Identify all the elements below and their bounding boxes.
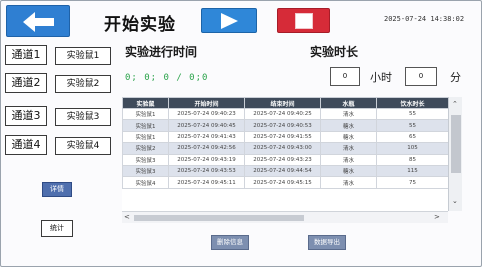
table-cell: 55 xyxy=(376,119,448,132)
vertical-scrollbar[interactable]: ⌃ ⌄ xyxy=(448,97,462,211)
table-cell: 2025-07-24 09:42:56 xyxy=(168,142,245,155)
minutes-unit: 分 xyxy=(450,71,461,84)
column-header: 水瓶 xyxy=(320,97,377,109)
table-cell: 2025-07-24 09:43:00 xyxy=(244,142,321,155)
rat-2-button[interactable]: 实验鼠2 xyxy=(55,75,111,93)
rat-4-button[interactable]: 实验鼠4 xyxy=(55,137,111,155)
chevron-up-icon[interactable]: ⌃ xyxy=(452,100,458,108)
detail-button[interactable]: 详情 xyxy=(42,182,72,197)
minutes-input[interactable]: 0 xyxy=(405,67,437,86)
table-header-row: 实验鼠 开始时间 结束时间 水瓶 饮水时长 xyxy=(122,97,448,109)
column-header: 饮水时长 xyxy=(376,97,448,109)
table-cell: 实验鼠1 xyxy=(122,119,169,132)
table-cell: 2025-07-24 09:40:23 xyxy=(168,107,245,121)
table-cell: 55 xyxy=(376,107,448,121)
table-cell: 2025-07-24 09:44:54 xyxy=(244,164,321,178)
table-cell: 85 xyxy=(376,153,448,166)
channel-4-button[interactable]: 通道4 xyxy=(5,135,47,155)
table-cell: 实验鼠4 xyxy=(122,176,169,189)
rat-1-button[interactable]: 实验鼠1 xyxy=(55,47,111,65)
table-row[interactable]: 实验鼠2 2025-07-24 09:42:56 2025-07-24 09:4… xyxy=(122,142,448,155)
table-cell: 实验鼠1 xyxy=(122,130,169,144)
table-cell: 实验鼠2 xyxy=(122,142,169,155)
table-cell: 糖水 xyxy=(320,164,377,178)
table-row[interactable]: 实验鼠1 2025-07-24 09:41:43 2025-07-24 09:4… xyxy=(122,130,448,144)
records-table: 实验鼠 开始时间 结束时间 水瓶 饮水时长 实验鼠1 2025-07-24 09… xyxy=(122,97,448,211)
table-cell: 2025-07-24 09:40:45 xyxy=(168,119,245,132)
clock: 2025-07-24 14:38:02 xyxy=(384,15,465,23)
channel-1-button[interactable]: 通道1 xyxy=(5,45,47,65)
hours-unit: 小时 xyxy=(370,71,392,84)
chevron-right-icon[interactable]: > xyxy=(434,213,440,221)
table-cell: 糖水 xyxy=(320,119,377,132)
table-cell: 糖水 xyxy=(320,130,377,144)
run-time-value: 0; 0; 0 / 0;0 xyxy=(125,73,209,83)
table-cell: 实验鼠3 xyxy=(122,153,169,166)
table-cell: 65 xyxy=(376,130,448,144)
duration-label: 实验时长 xyxy=(310,45,359,59)
page-title: 开始实验 xyxy=(104,15,176,35)
table-row[interactable]: 实验鼠3 2025-07-24 09:43:53 2025-07-24 09:4… xyxy=(122,164,448,178)
chevron-down-icon[interactable]: ⌄ xyxy=(452,197,458,205)
channel-3-button[interactable]: 通道3 xyxy=(5,106,47,126)
column-header: 实验鼠 xyxy=(122,97,169,109)
table-cell: 清水 xyxy=(320,142,377,155)
table-cell: 2025-07-24 09:41:55 xyxy=(244,130,321,144)
rat-3-button[interactable]: 实验鼠3 xyxy=(55,108,111,126)
stats-button[interactable]: 统计 xyxy=(41,220,73,237)
table-cell: 清水 xyxy=(320,176,377,189)
table-cell: 2025-07-24 09:43:53 xyxy=(168,164,245,178)
column-header: 结束时间 xyxy=(244,97,321,109)
table-cell: 清水 xyxy=(320,107,377,121)
channel-2-button[interactable]: 通道2 xyxy=(5,73,47,93)
table-row[interactable]: 实验鼠1 2025-07-24 09:40:45 2025-07-24 09:4… xyxy=(122,119,448,132)
table-cell: 2025-07-24 09:40:53 xyxy=(244,119,321,132)
column-header: 开始时间 xyxy=(168,97,245,109)
table-cell: 2025-07-24 09:43:19 xyxy=(168,153,245,166)
arrow-left-icon xyxy=(23,12,54,32)
clear-records-button[interactable]: 删除信息 xyxy=(211,235,249,250)
export-data-button[interactable]: 数据导出 xyxy=(308,235,346,250)
table-cell: 实验鼠1 xyxy=(122,107,169,121)
scroll-thumb[interactable] xyxy=(451,115,461,173)
scroll-thumb[interactable] xyxy=(134,215,304,221)
table-cell: 75 xyxy=(376,176,448,189)
run-time-label: 实验进行时间 xyxy=(125,45,198,59)
table-cell: 2025-07-24 09:45:15 xyxy=(244,176,321,189)
play-icon xyxy=(221,13,238,29)
table-cell: 2025-07-24 09:43:23 xyxy=(244,153,321,166)
table-row[interactable]: 实验鼠1 2025-07-24 09:40:23 2025-07-24 09:4… xyxy=(122,107,448,121)
table-cell: 2025-07-24 09:41:43 xyxy=(168,130,245,144)
table-cell: 115 xyxy=(376,164,448,178)
table-row[interactable]: 实验鼠4 2025-07-24 09:45:11 2025-07-24 09:4… xyxy=(122,176,448,189)
screen-frame: 开始实验 2025-07-24 14:38:02 通道1 实验鼠1 通道2 实验… xyxy=(0,0,482,267)
back-button[interactable] xyxy=(6,5,70,37)
table-cell: 清水 xyxy=(320,153,377,166)
horizontal-scrollbar[interactable]: < > xyxy=(122,211,448,223)
table-cell: 2025-07-24 09:45:11 xyxy=(168,176,245,189)
table-row[interactable]: 实验鼠3 2025-07-24 09:43:19 2025-07-24 09:4… xyxy=(122,153,448,166)
table-cell: 105 xyxy=(376,142,448,155)
hours-input[interactable]: 0 xyxy=(330,67,360,86)
stop-icon xyxy=(295,13,313,29)
chevron-left-icon[interactable]: < xyxy=(124,213,130,221)
start-button[interactable] xyxy=(201,8,257,33)
stop-button[interactable] xyxy=(277,8,330,33)
table-cell: 2025-07-24 09:40:25 xyxy=(244,107,321,121)
table-cell: 实验鼠3 xyxy=(122,164,169,178)
